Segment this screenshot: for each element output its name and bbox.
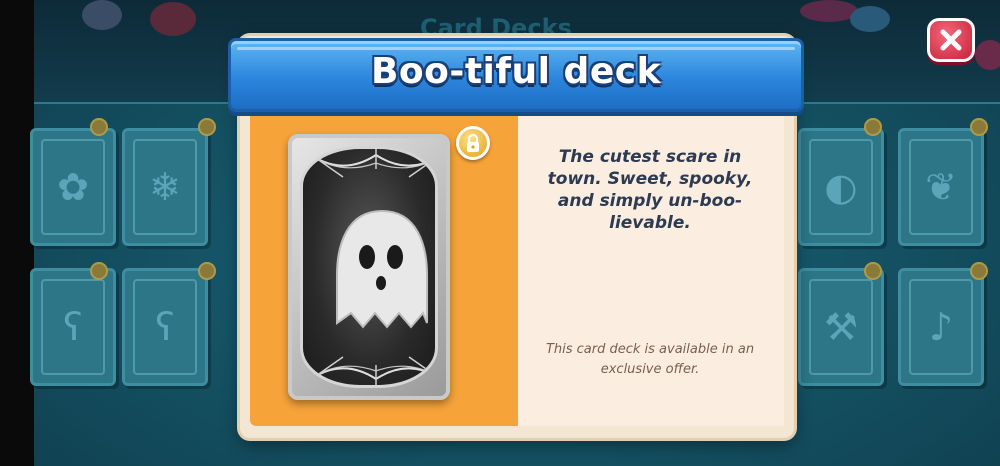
background-deck-card: ❦: [898, 128, 984, 246]
decoration-candy: [150, 2, 196, 36]
spiderweb-decoration: [303, 356, 435, 385]
lock-icon: [864, 262, 882, 280]
deck-description: The cutest scare in town. Sweet, spooky,…: [547, 147, 753, 233]
background-deck-card: ⚒: [798, 268, 884, 386]
spiderweb-decoration: [303, 149, 435, 178]
background-deck-card: ʕ: [30, 268, 116, 386]
close-icon: [940, 29, 962, 51]
lock-icon: [90, 262, 108, 280]
lock-icon: [456, 126, 490, 160]
background-deck-card: ✿: [30, 128, 116, 246]
ghost-icon: [336, 209, 428, 329]
lock-icon: [198, 118, 216, 136]
lock-icon: [198, 262, 216, 280]
background-deck-card: ◐: [798, 128, 884, 246]
decoration-candy: [82, 0, 122, 30]
background-deck-card: ʕ: [122, 268, 208, 386]
dialog-title: Boo-tiful deck: [370, 51, 662, 92]
deck-card-preview: [288, 134, 450, 400]
background-deck-card: ❄: [122, 128, 208, 246]
background-deck-card: ♪: [898, 268, 984, 386]
lock-icon: [90, 118, 108, 136]
lock-icon: [970, 262, 988, 280]
close-button[interactable]: [927, 18, 975, 62]
availability-note: This card deck is available in an exclus…: [545, 342, 755, 377]
lock-icon: [864, 118, 882, 136]
decoration-candy: [850, 6, 890, 32]
dialog-title-banner: Boo-tiful deck: [228, 38, 804, 112]
left-edge-bar: [0, 0, 34, 466]
decoration-candy: [975, 40, 1000, 70]
lock-icon: [970, 118, 988, 136]
